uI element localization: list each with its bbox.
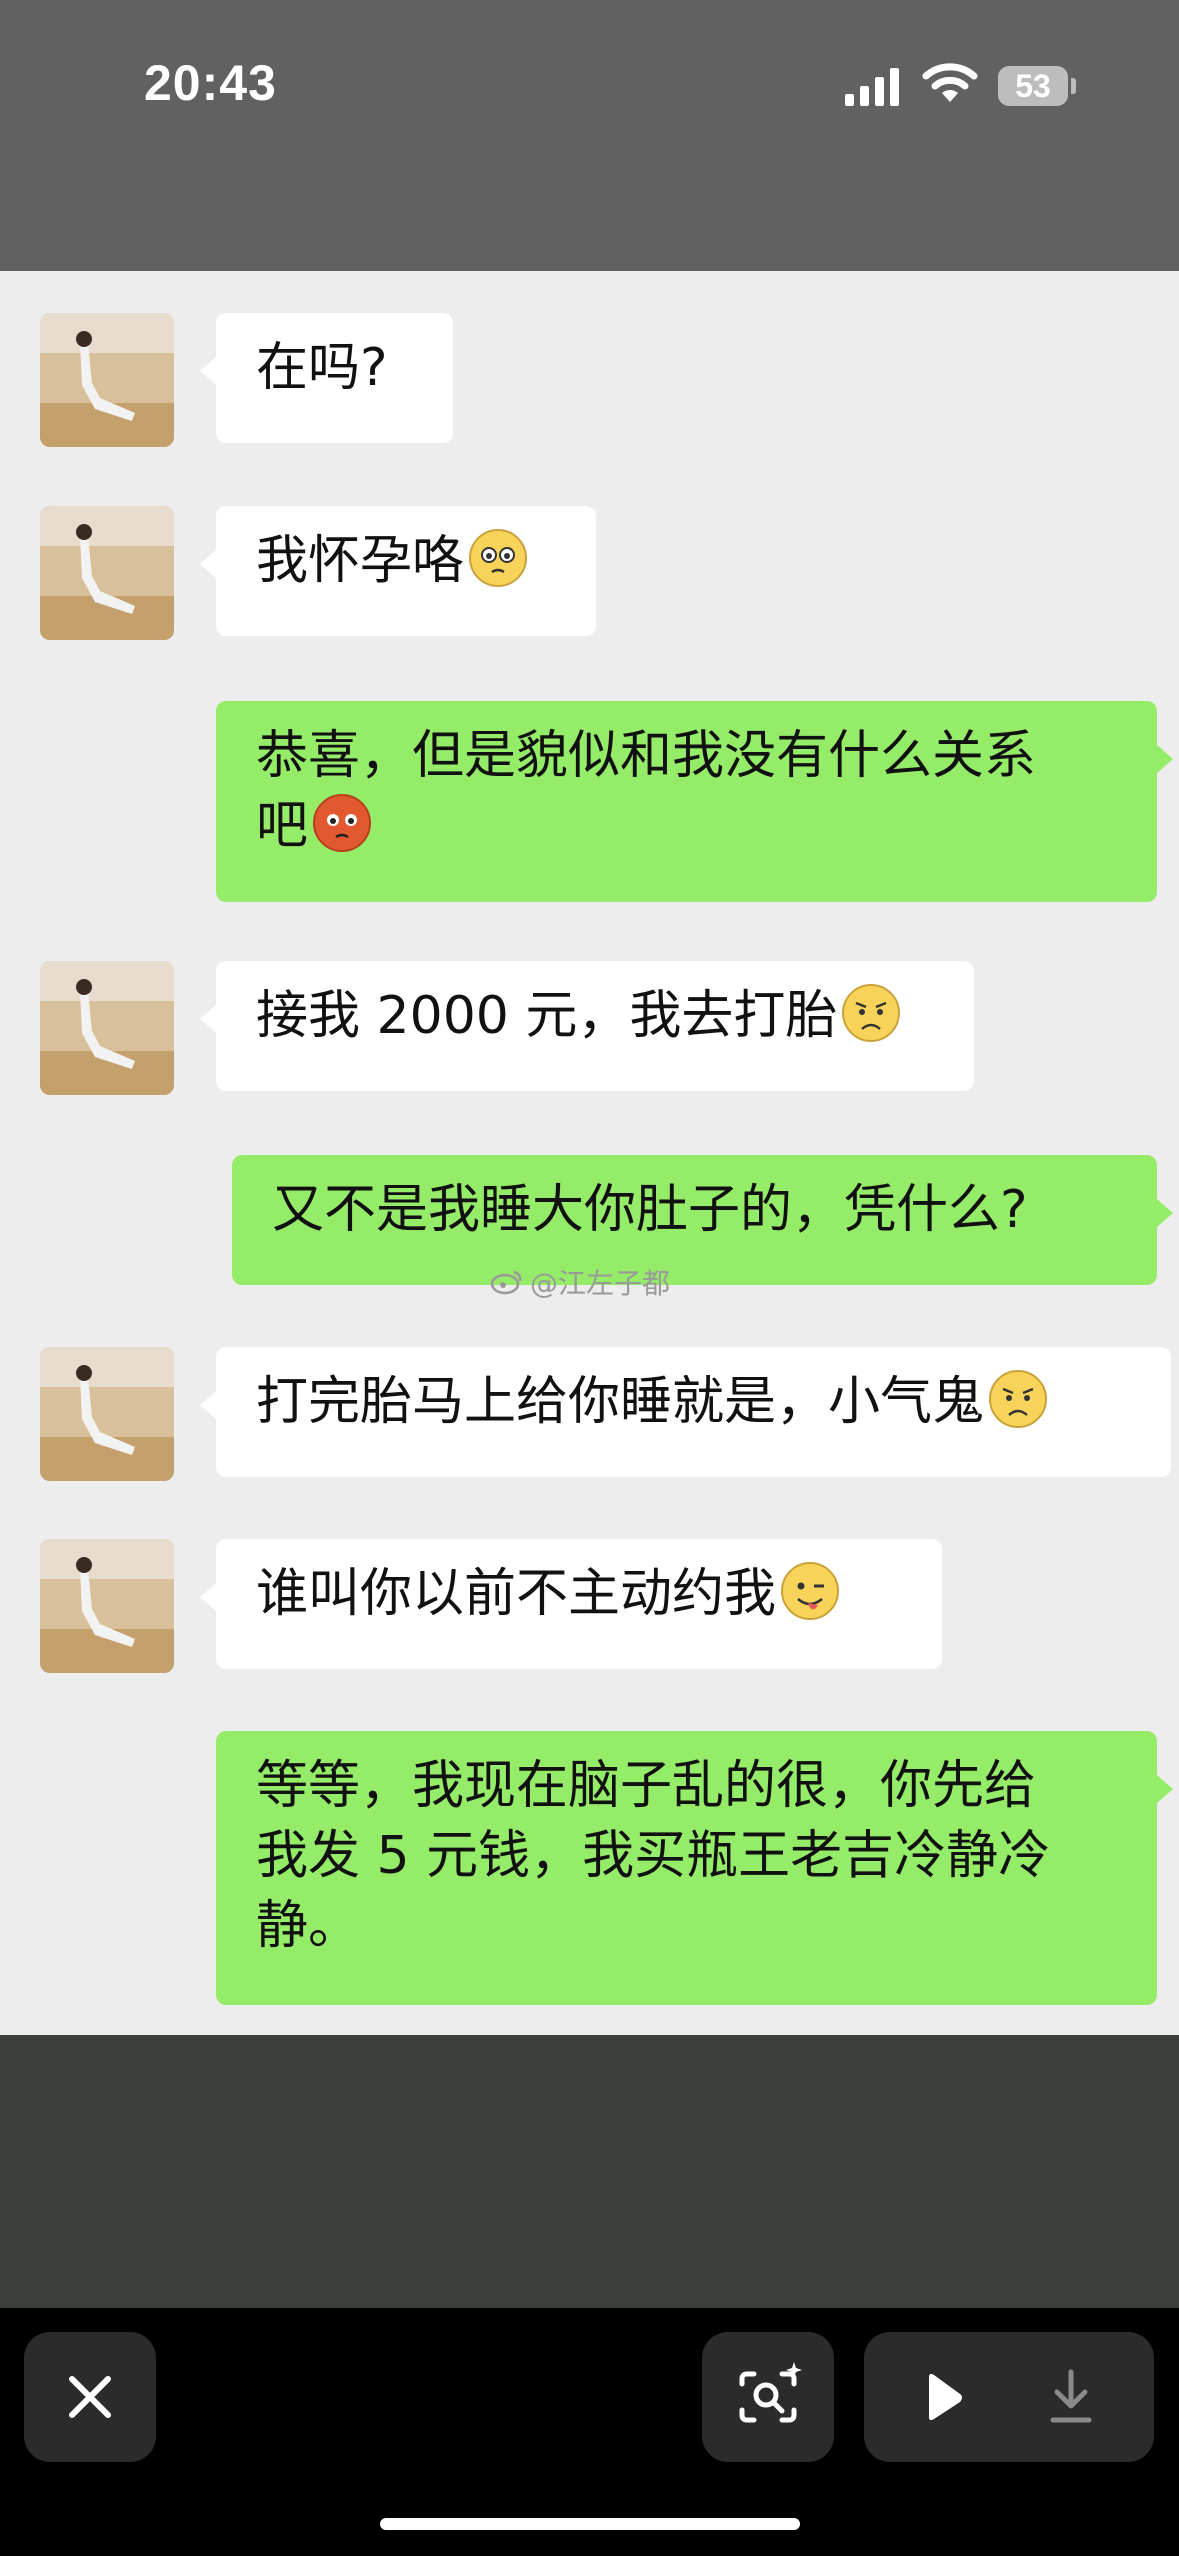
- message-text-line: 静。: [256, 1896, 361, 1956]
- avatar-image: [40, 313, 174, 447]
- battery-icon: 53: [998, 66, 1068, 106]
- message-text: 我怀孕咯: [256, 531, 465, 591]
- pleading-face-icon: [469, 529, 528, 587]
- home-indicator[interactable]: [380, 2518, 800, 2530]
- message-text-line: 等等，我现在脑子乱的很，你先给: [256, 1756, 1037, 1816]
- contact-avatar[interactable]: [40, 1539, 174, 1673]
- wifi-icon: [922, 63, 978, 102]
- watermark-text: @江左子都: [530, 1267, 671, 1300]
- message-bubble-outgoing[interactable]: 恭喜，但是貌似和我没有什么关系 吧: [216, 701, 1173, 902]
- download-icon[interactable]: [1009, 2332, 1154, 2462]
- message-text-line: 恭喜，但是貌似和我没有什么关系: [256, 726, 1037, 786]
- message-bubble-incoming[interactable]: 我怀孕咯: [200, 506, 596, 636]
- weibo-icon: [490, 1270, 522, 1295]
- battery-tip: [1071, 78, 1076, 94]
- contact-avatar[interactable]: [40, 313, 174, 447]
- message-text-line: 吧: [256, 796, 309, 856]
- avatar-image: [40, 1347, 174, 1481]
- chat-view[interactable]: 在吗? 我怀孕咯 恭喜，但是貌似和我没有什么关系 吧 接我 2000 元，我去打…: [0, 271, 1179, 2035]
- close-icon: [69, 2376, 111, 2418]
- message-bubble-incoming[interactable]: 接我 2000 元，我去打胎: [200, 961, 974, 1091]
- close-button[interactable]: [24, 2332, 156, 2462]
- message-text: 打完胎马上给你睡就是，小气鬼: [256, 1372, 985, 1432]
- message-bubble-outgoing[interactable]: 又不是我睡大你肚子的，凭什么?: [232, 1155, 1173, 1285]
- signal-icon: [845, 68, 899, 106]
- frowning-face-icon: [989, 1370, 1048, 1428]
- visual-search-button[interactable]: [702, 2332, 834, 2462]
- contact-avatar[interactable]: [40, 506, 174, 640]
- visual-search-icon: [739, 2362, 802, 2423]
- contact-avatar[interactable]: [40, 1347, 174, 1481]
- message-bubble-incoming[interactable]: 在吗?: [200, 313, 453, 443]
- avatar-image: [40, 506, 174, 640]
- message-text: 又不是我睡大你肚子的，凭什么?: [272, 1180, 1028, 1240]
- bottom-toolbar: [0, 2308, 1179, 2556]
- media-controls: [864, 2332, 1154, 2462]
- contact-avatar[interactable]: [40, 961, 174, 1095]
- avatar-image: [40, 961, 174, 1095]
- status-bar: 20:43 53: [0, 0, 1179, 271]
- message-bubble-outgoing[interactable]: 等等，我现在脑子乱的很，你先给 我发 5 元钱，我买瓶王老吉冷静冷 静。: [216, 1731, 1173, 2005]
- message-text-line: 我发 5 元钱，我买瓶王老吉冷静冷: [256, 1826, 1051, 1886]
- play-icon[interactable]: [864, 2332, 1009, 2462]
- winking-tongue-face-icon: [781, 1562, 840, 1620]
- status-time: 20:43: [144, 55, 277, 111]
- message-bubble-incoming[interactable]: 谁叫你以前不主动约我: [200, 1539, 942, 1669]
- image-viewer-background: [0, 2035, 1179, 2308]
- message-text: 谁叫你以前不主动约我: [256, 1564, 777, 1624]
- avatar-image: [40, 1539, 174, 1673]
- pouting-face-icon: [313, 794, 372, 852]
- frowning-face-icon: [842, 984, 901, 1042]
- message-bubble-incoming[interactable]: 打完胎马上给你睡就是，小气鬼: [200, 1347, 1171, 1477]
- message-text: 接我 2000 元，我去打胎: [256, 986, 838, 1046]
- message-text: 在吗?: [256, 338, 388, 398]
